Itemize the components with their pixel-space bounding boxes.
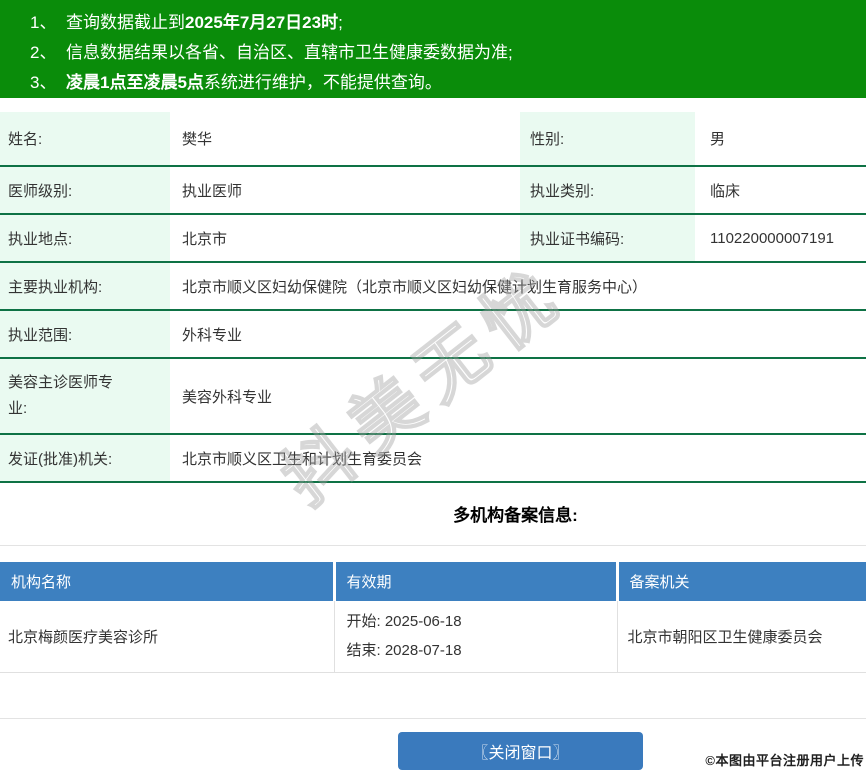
notice-text: 凌晨1点至凌晨5点系统进行维护，不能提供查询。 xyxy=(66,68,442,98)
notice-text: 信息数据结果以各省、自治区、直辖市卫生健康委数据为准; xyxy=(66,38,513,68)
place-label: 执业地点: xyxy=(0,214,170,263)
issuer-value: 北京市顺义区卫生和计划生育委员会 xyxy=(170,434,866,483)
column-header-org: 机构名称 xyxy=(0,562,336,601)
place-value: 北京市 xyxy=(170,214,520,263)
validity-start: 开始: 2025-06-18 xyxy=(346,613,462,631)
query-result-page: 1、 查询数据截止到2025年7月27日23时; 2、 信息数据结果以各省、自治… xyxy=(0,0,866,771)
level-value: 执业医师 xyxy=(170,166,520,215)
notice-text-normal: ; xyxy=(338,13,343,32)
notice-banner: 1、 查询数据截止到2025年7月27日23时; 2、 信息数据结果以各省、自治… xyxy=(0,0,866,98)
close-window-button[interactable]: 〖关闭窗口〗 xyxy=(398,731,643,770)
notice-text-bold: 凌晨1点至凌晨5点 xyxy=(66,73,204,92)
notice-item: 1、 查询数据截止到2025年7月27日23时; xyxy=(30,8,856,38)
table-row: 美容主诊医师专业: 美容外科专业 xyxy=(0,358,866,435)
table-row: 执业范围: 外科专业 xyxy=(0,310,866,359)
cert-label: 执业证书编码: xyxy=(520,214,695,263)
filing-org-name: 北京梅颜医疗美容诊所 xyxy=(0,601,335,673)
table-row: 主要执业机构: 北京市顺义区妇幼保健院（北京市顺义区妇幼保健计划生育服务中心） xyxy=(0,262,866,311)
notice-text-bold: 2025年7月27日23时 xyxy=(185,13,339,32)
table-row: 执业地点: 北京市 执业证书编码: 110220000007191 xyxy=(0,214,866,263)
filing-authority: 北京市朝阳区卫生健康委员会 xyxy=(617,601,866,673)
name-value: 樊华 xyxy=(170,112,520,167)
table-row: 医师级别: 执业医师 执业类别: 临床 xyxy=(0,166,866,215)
platform-credit-watermark: ©本图由平台注册用户上传 xyxy=(705,753,864,768)
notice-item: 3、 凌晨1点至凌晨5点系统进行维护，不能提供查询。 xyxy=(30,68,856,98)
issuer-label: 发证(批准)机关: xyxy=(0,434,170,483)
multi-org-filing-table: 机构名称 有效期 备案机关 北京梅颜医疗美容诊所 开始: 2025-06-18 … xyxy=(0,562,866,673)
notice-text: 查询数据截止到2025年7月27日23时; xyxy=(66,8,343,38)
beauty-specialty-value: 美容外科专业 xyxy=(170,358,866,435)
scope-label: 执业范围: xyxy=(0,310,170,359)
main-org-value: 北京市顺义区妇幼保健院（北京市顺义区妇幼保健计划生育服务中心） xyxy=(170,262,866,311)
notice-item: 2、 信息数据结果以各省、自治区、直辖市卫生健康委数据为准; xyxy=(30,38,856,68)
notice-text-normal: 信息数据结果以各省、自治区、直辖市卫生健康委数据为准; xyxy=(66,43,513,62)
notice-text-normal: 查询数据截止到 xyxy=(66,13,185,32)
level-label: 医师级别: xyxy=(0,166,170,215)
category-value: 临床 xyxy=(695,166,866,215)
table-row: 姓名: 樊华 性别: 男 xyxy=(0,112,866,167)
notice-number: 3、 xyxy=(30,73,57,92)
gender-value: 男 xyxy=(695,112,866,167)
column-header-validity: 有效期 xyxy=(334,562,619,601)
category-label: 执业类别: xyxy=(520,166,695,215)
cert-value: 110220000007191 xyxy=(695,214,866,263)
notice-number: 2、 xyxy=(30,43,57,62)
divider xyxy=(0,545,866,546)
validity-end: 结束: 2028-07-18 xyxy=(346,642,462,660)
notice-text-normal: 系统进行维护，不能提供查询。 xyxy=(203,73,442,92)
gender-label: 性别: xyxy=(520,112,695,167)
column-header-authority: 备案机关 xyxy=(617,562,866,601)
table-row: 发证(批准)机关: 北京市顺义区卫生和计划生育委员会 xyxy=(0,434,866,483)
filing-validity: 开始: 2025-06-18 结束: 2028-07-18 xyxy=(334,601,618,673)
filing-data-row: 北京梅颜医疗美容诊所 开始: 2025-06-18 结束: 2028-07-18… xyxy=(0,601,866,673)
main-org-label: 主要执业机构: xyxy=(0,262,170,311)
beauty-specialty-label-text: 美容主诊医师专业: xyxy=(8,374,114,417)
doctor-info-table: 姓名: 樊华 性别: 男 医师级别: 执业医师 执业类别: 临床 执业地点: 北… xyxy=(0,112,866,483)
beauty-specialty-label: 美容主诊医师专业: xyxy=(0,358,170,435)
name-label: 姓名: xyxy=(0,112,170,167)
divider xyxy=(0,717,866,719)
filing-header-row: 机构名称 有效期 备案机关 xyxy=(0,562,866,601)
notice-number: 1、 xyxy=(30,13,57,32)
multi-org-section-title: 多机构备案信息: xyxy=(453,506,578,525)
scope-value: 外科专业 xyxy=(170,310,866,359)
